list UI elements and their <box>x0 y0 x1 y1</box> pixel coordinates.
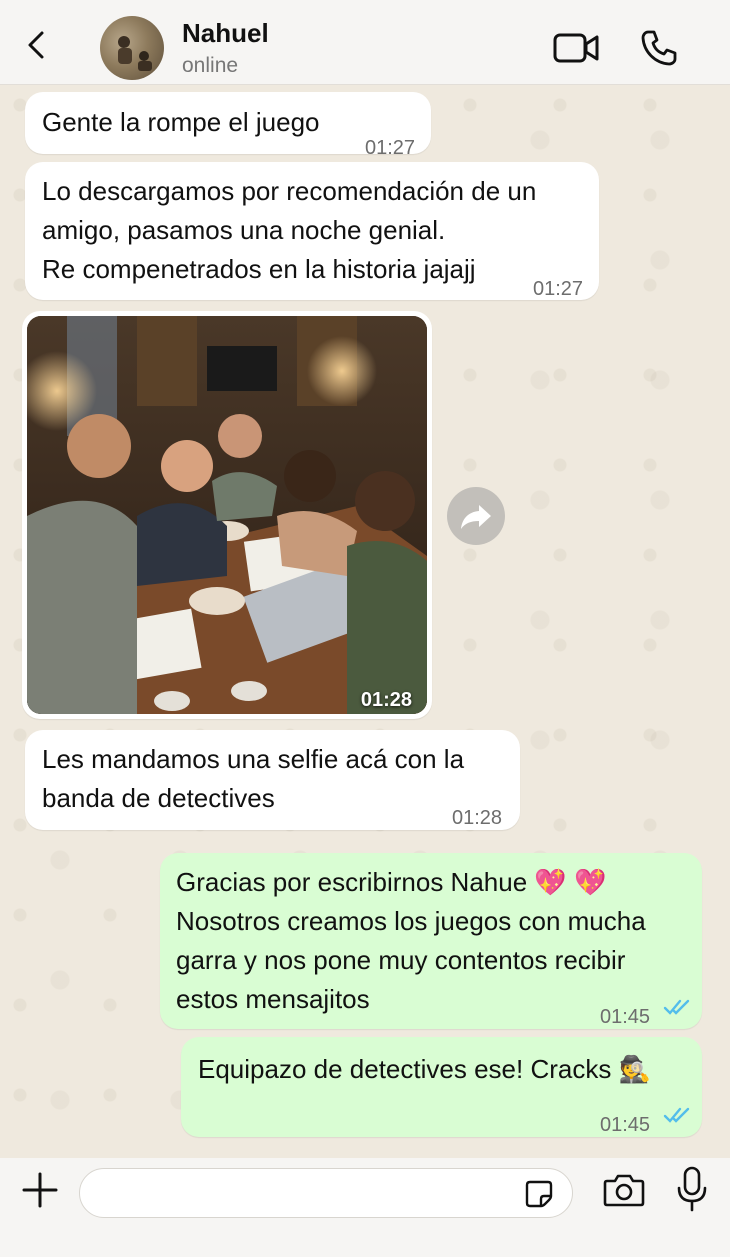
microphone-icon[interactable] <box>676 1166 708 1212</box>
selfie-photo[interactable]: 01:28 <box>27 316 427 714</box>
message-text: Lo descargamos por recomendación de un a… <box>42 176 537 284</box>
message-time: 01:45 <box>600 1114 651 1136</box>
message-bubble[interactable]: Lo descargamos por recomendación de un a… <box>25 162 599 300</box>
message-text: Equipazo de detectives ese! Cracks 🕵 <box>198 1054 651 1084</box>
message-bubble[interactable]: Equipazo de detectives ese! Cracks 🕵 01:… <box>181 1037 702 1137</box>
double-check-icon <box>663 999 690 1015</box>
sticker-icon[interactable] <box>524 1179 554 1209</box>
phone-call-icon[interactable] <box>640 29 678 67</box>
message-field[interactable] <box>79 1168 573 1218</box>
forward-button[interactable] <box>447 487 505 545</box>
message-time: 01:45 <box>600 1006 651 1028</box>
plus-icon[interactable] <box>22 1172 58 1208</box>
double-check-icon <box>663 1107 690 1123</box>
message-time: 01:28 <box>361 689 412 711</box>
message-bubble[interactable]: Gente la rompe el juego 01:27 <box>25 92 431 159</box>
chat-area[interactable]: Gente la rompe el juego 01:27 Lo descarg… <box>0 85 730 1158</box>
contact-name[interactable]: Nahuel <box>182 18 269 49</box>
camera-icon[interactable] <box>603 1172 645 1208</box>
avatar[interactable] <box>100 16 164 80</box>
message-time: 01:27 <box>533 278 584 300</box>
message-text: Gracias por escribirnos Nahue 💖 💖 Nosotr… <box>176 867 646 1014</box>
message-text: Les mandamos una selfie acá con la banda… <box>42 744 465 813</box>
forward-icon <box>461 505 491 529</box>
input-bar <box>0 1158 730 1257</box>
back-arrow-icon[interactable] <box>22 30 52 60</box>
video-call-icon[interactable] <box>553 32 599 64</box>
message-bubble[interactable]: Les mandamos una selfie acá con la banda… <box>25 730 520 830</box>
chat-header: Nahuel online <box>0 0 730 85</box>
message-bubble[interactable]: Gracias por escribirnos Nahue 💖 💖 Nosotr… <box>160 853 702 1029</box>
message-input[interactable] <box>100 1177 524 1211</box>
message-time: 01:28 <box>452 807 503 829</box>
message-text: Gente la rompe el juego <box>42 107 320 137</box>
image-message[interactable]: 01:28 <box>22 311 432 719</box>
contact-status: online <box>182 54 239 77</box>
